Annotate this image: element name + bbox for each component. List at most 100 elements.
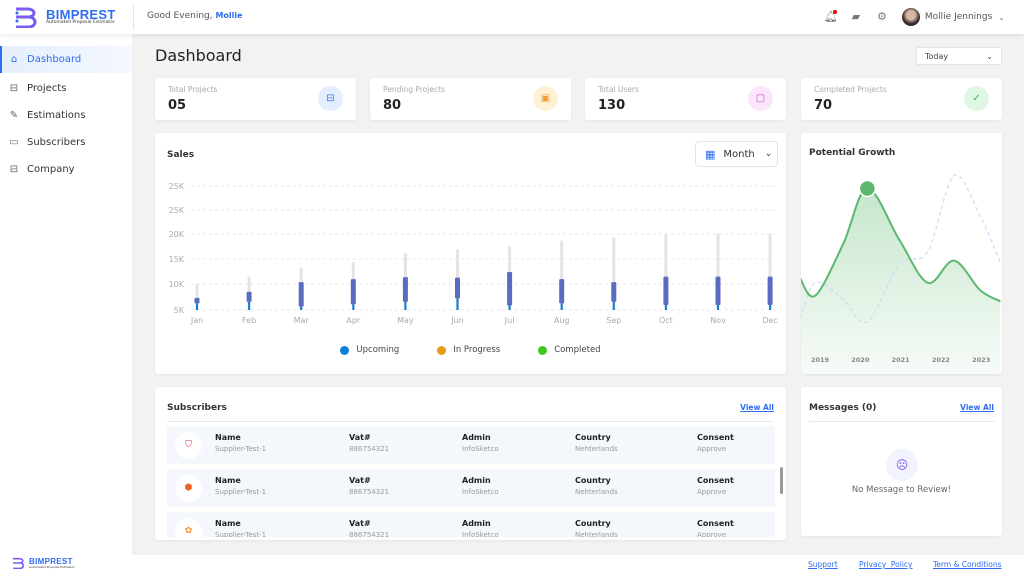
avatar[interactable]: [901, 8, 920, 26]
cell: Country Nehterlands: [575, 433, 618, 453]
legend-swatch: [437, 345, 447, 355]
stat-total-projects: Total Projects 05 ⊟: [155, 78, 356, 120]
cell-value: Supplier-Test-1: [215, 445, 267, 453]
stat-completed-projects: Completed Projects 70 ✓: [801, 78, 1002, 120]
cell-value: 886754321: [349, 488, 390, 496]
x-tick-label: Aug: [554, 316, 570, 325]
cell-header: Name: [215, 519, 241, 528]
sidebar-item-label: Dashboard: [27, 54, 82, 65]
range-bar: [298, 282, 304, 307]
x-tick-label: Dec: [762, 316, 777, 325]
cell: Name Supplier-Test-1: [215, 519, 266, 537]
cell: Name Supplier-Test-1: [215, 433, 266, 453]
messages-view-all-link[interactable]: View All: [960, 403, 994, 412]
footer-logo: BIMPREST Automated Proposal Estimator: [12, 557, 75, 569]
range-bar: [246, 291, 252, 302]
sales-title: Sales: [167, 150, 195, 160]
stat-value: 130: [598, 98, 626, 113]
x-tick-label: 2022: [932, 356, 950, 364]
sidebar-item-dashboard[interactable]: ⌂ Dashboard: [0, 46, 132, 73]
support-link[interactable]: Support: [808, 560, 838, 569]
terms-link[interactable]: Term & Conditions: [933, 560, 1002, 569]
legend-completed[interactable]: Completed: [538, 345, 601, 355]
legend-upcoming[interactable]: Upcoming: [340, 345, 399, 355]
x-tick-label: 2019: [811, 356, 830, 364]
calendar-clock-icon: ▣: [533, 86, 558, 111]
gear-icon[interactable]: ⚙: [876, 11, 888, 23]
sidebar-item-label: Estimations: [27, 110, 86, 121]
greeting: Good Evening, Mollie: [147, 11, 243, 21]
table-row[interactable]: ✿ Name Supplier-Test-1 Vat# 886754321 Admin In…: [167, 512, 775, 537]
subscribers-card: Subscribers View All ⛉ Name Supplier-Test-…: [155, 387, 786, 540]
table-row[interactable]: ⬢ Name Supplier-Test-1 Vat# 886754321 Admin In…: [167, 469, 775, 507]
briefcase-icon: ⊟: [9, 83, 19, 94]
cell: Country Nehterlands: [575, 519, 618, 537]
page-title: Dashboard: [155, 46, 242, 65]
cell-value: InfoSketco: [462, 488, 499, 496]
bell-icon[interactable]: 🔔︎: [824, 10, 838, 23]
stat-label: Completed Projects: [814, 85, 887, 94]
calendar-icon: ▦: [705, 147, 716, 161]
sidebar: ⌂ Dashboard ⊟ Projects ✎ Estimations ▭ Subsc…: [0, 34, 133, 555]
growth-chart: 2019 2020 2021 2022 2023: [801, 174, 1001, 374]
chevron-down-icon[interactable]: ⌄: [998, 13, 1005, 22]
subscribers-view-all-link[interactable]: View All: [740, 403, 774, 412]
x-tick-label: Mar: [294, 316, 310, 325]
period-select[interactable]: Today ⌄: [916, 47, 1002, 65]
cell: Vat# 886754321: [349, 476, 389, 496]
x-tick-label: Apr: [346, 316, 361, 325]
sidebar-item-estimations[interactable]: ✎ Estimations: [0, 102, 132, 129]
range-bar: [455, 277, 460, 299]
cell-header: Consent: [697, 476, 734, 485]
edit-icon: ✎: [9, 110, 19, 121]
x-tick-label: Feb: [242, 316, 256, 325]
cell: Consent Approve: [697, 519, 734, 537]
range-value: Month: [723, 148, 755, 160]
cell-value: 886754321: [349, 531, 390, 537]
range-bar: [402, 277, 408, 302]
messages-card: Messages (0) View All ☹ No Message to Re…: [801, 387, 1002, 536]
users-icon: ▢: [748, 86, 773, 111]
legend-label: In Progress: [453, 345, 501, 355]
growth-card: Potential Growth 2019 2020 2021 2022 2023: [801, 133, 1002, 374]
messages-title: Messages (0): [809, 403, 877, 413]
cell-header: Country: [575, 476, 611, 485]
cell: Admin InfoSketco: [462, 476, 499, 496]
sidebar-item-projects[interactable]: ⊟ Projects: [0, 75, 132, 102]
x-tick-label: Sep: [606, 316, 621, 325]
y-tick-label: 20K: [169, 230, 185, 239]
privacy-policy-link[interactable]: Privacy Policy: [859, 560, 913, 569]
sidebar-item-subscribers[interactable]: ▭ Subscribers: [0, 129, 132, 156]
legend-in-progress[interactable]: In Progress: [437, 345, 500, 355]
brand-tagline: Automated Proposal Estimator: [46, 20, 115, 26]
stat-label: Total Projects: [168, 85, 218, 94]
stat-label: Total Users: [598, 85, 639, 94]
highlight-point: [858, 179, 877, 198]
stat-label: Pending Projects: [383, 85, 445, 94]
x-tick-label: Jan: [190, 316, 203, 325]
legend-label: Upcoming: [356, 345, 400, 355]
scrollbar[interactable]: [780, 467, 783, 494]
chat-icon[interactable]: ▰: [850, 11, 862, 23]
y-tick-label: 5K: [174, 306, 185, 315]
x-tick-label: 2021: [892, 356, 911, 364]
cell-header: Vat#: [349, 433, 371, 442]
user-menu[interactable]: Mollie Jennings: [925, 12, 992, 22]
y-tick-label: 25K: [169, 206, 185, 215]
sales-chart: 25K 25K 20K 15K 10K 5K Jan Feb Mar Apr May Jun Jul Au…: [169, 182, 778, 325]
cell-header: Admin: [462, 433, 491, 442]
bimprest-logo-icon: [15, 7, 37, 28]
brand-logo[interactable]: BIMPREST Automated Proposal Estimator: [14, 6, 116, 28]
sidebar-item-company[interactable]: ⊟ Company: [0, 156, 132, 183]
cell-value: InfoSketco: [462, 445, 499, 453]
legend-swatch: [340, 345, 350, 355]
table-row[interactable]: ⛉ Name Supplier-Test-1 Vat# 886754321 Admin In…: [167, 426, 775, 464]
divider: [167, 421, 774, 422]
divider: [809, 421, 994, 422]
cell-header: Name: [215, 433, 241, 442]
range-select[interactable]: ▦ Month ⌄: [695, 141, 778, 167]
x-tick-label: 2023: [972, 356, 990, 364]
cell-value: Supplier-Test-1: [215, 531, 267, 537]
cell: Vat# 886754321: [349, 519, 389, 537]
x-tick-label: Oct: [659, 316, 673, 325]
